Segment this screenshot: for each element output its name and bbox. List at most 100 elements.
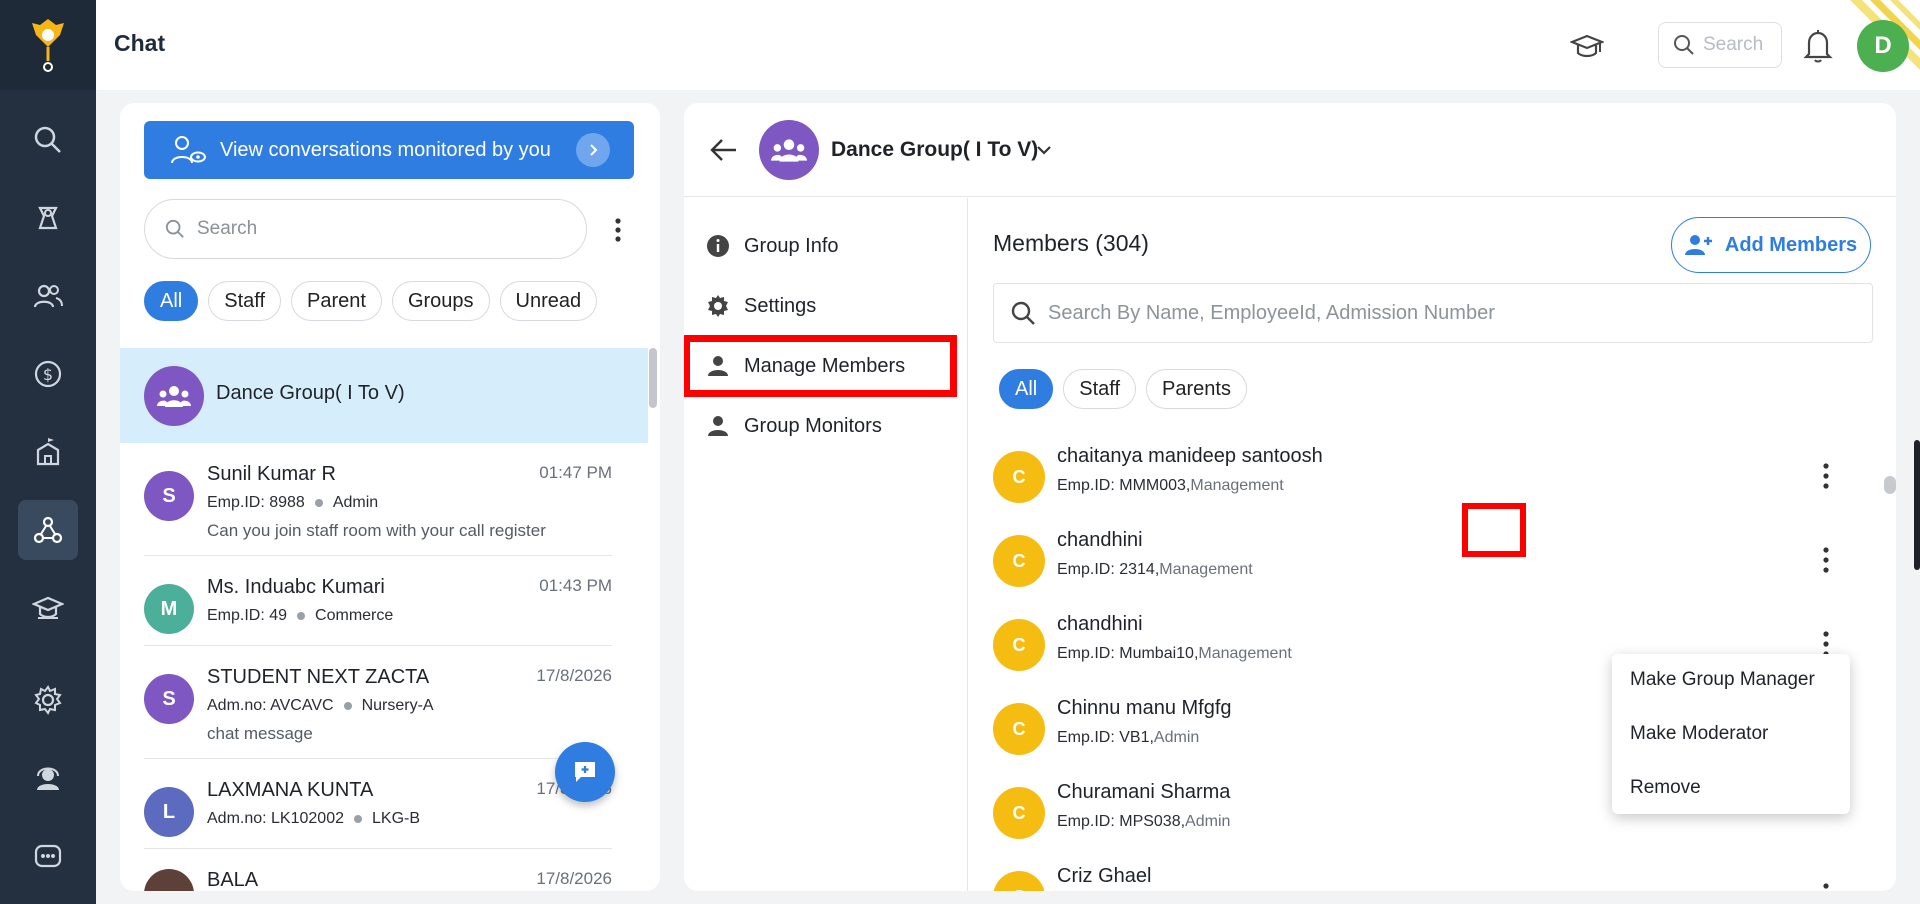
filter-staff[interactable]: Staff <box>1063 369 1137 409</box>
chat-item-tag: Admin <box>332 494 379 511</box>
person-icon <box>708 416 728 436</box>
chat-list-scrollbar[interactable] <box>649 348 657 408</box>
settings-icon[interactable] <box>18 670 78 730</box>
menu-manage-members[interactable]: Manage Members <box>684 335 957 397</box>
member-row[interactable]: C chaitanya manideep santoosh Emp.ID: MM… <box>993 435 1873 519</box>
remove-option[interactable]: Remove <box>1630 777 1701 799</box>
support-icon[interactable] <box>18 748 78 808</box>
chat-item-meta: Emp.ID: 8988 Admin <box>207 494 378 512</box>
finance-icon[interactable]: $ <box>18 344 78 404</box>
more-icon[interactable] <box>18 826 78 886</box>
chat-item-message: chat message <box>207 724 313 743</box>
study-icon[interactable] <box>18 188 78 248</box>
chat-item-dance-group[interactable]: Dance Group( I To V) <box>120 348 648 443</box>
group-side-menu: Group Info Settings Manage Members Group… <box>684 198 968 891</box>
top-search-placeholder: Search <box>1703 34 1764 55</box>
members-search-input[interactable]: Search By Name, EmployeeId, Admission Nu… <box>993 283 1873 343</box>
graduation-cap-icon[interactable] <box>1570 30 1604 64</box>
search-icon <box>1674 35 1694 55</box>
member-emp-id: Emp.ID: MMM003, <box>1057 477 1191 494</box>
filter-all[interactable]: All <box>144 281 199 321</box>
group-people-icon <box>771 139 807 162</box>
left-rail: $ <box>0 0 96 904</box>
member-role: Admin <box>1185 813 1231 830</box>
chat-item-time: 17/8/2026 <box>536 869 612 888</box>
members-scrollbar[interactable] <box>1884 476 1896 494</box>
menu-settings[interactable]: Settings <box>702 282 816 330</box>
user-avatar[interactable]: D <box>1857 20 1909 72</box>
chat-item-meta: Adm.no: AVCAVC Nursery-A <box>207 697 434 715</box>
search-icon[interactable] <box>18 110 78 170</box>
member-id: Emp.ID: MMM003,Management <box>1057 477 1284 495</box>
member-avatar: C <box>993 535 1045 587</box>
chat-item-name: Dance Group( I To V) <box>216 382 405 404</box>
group-people-icon <box>157 386 191 407</box>
separator-dot <box>354 815 362 823</box>
member-row[interactable]: C Criz Ghael <box>993 855 1873 891</box>
member-avatar: C <box>993 619 1045 671</box>
filter-staff[interactable]: Staff <box>208 281 282 321</box>
person-icon <box>708 356 728 376</box>
chat-item-id: Adm.no: LK102002 <box>207 810 344 827</box>
chat-item-meta: Adm.no: LK102002 LKG-B <box>207 810 420 828</box>
chat-item[interactable]: S STUDENT NEXT ZACTA Adm.no: AVCAVC Nurs… <box>144 646 612 759</box>
school-icon[interactable] <box>18 422 78 482</box>
member-options-kebab-icon[interactable] <box>1820 461 1832 491</box>
chat-item-message: Can you join staff room with your call r… <box>207 521 546 540</box>
chevron-down-icon[interactable] <box>1035 141 1053 159</box>
add-members-label: Add Members <box>1724 233 1858 256</box>
chat-item-name: Ms. Induabc Kumari <box>207 576 385 598</box>
new-chat-icon <box>575 762 595 782</box>
chat-item-name: STUDENT NEXT ZACTA <box>207 666 430 688</box>
filter-all[interactable]: All <box>999 369 1054 409</box>
member-filter-chips: All Staff Parents <box>999 369 1247 409</box>
filter-unread[interactable]: Unread <box>499 281 598 321</box>
member-name: Chinnu manu Mfgfg <box>1057 697 1232 719</box>
chat-options-kebab-icon[interactable] <box>608 215 628 245</box>
menu-group-info[interactable]: Group Info <box>702 222 839 270</box>
chat-filter-chips: All Staff Parent Groups Unread <box>144 281 598 321</box>
make-moderator-option[interactable]: Make Moderator <box>1630 723 1768 745</box>
filter-parent[interactable]: Parent <box>291 281 382 321</box>
chat-item[interactable]: S Sunil Kumar R Emp.ID: 8988 Admin Can y… <box>144 443 612 556</box>
top-search-input[interactable]: Search <box>1658 22 1782 68</box>
chat-item-meta: Emp.ID: 49 Commerce <box>207 607 393 625</box>
chat-avatar: L <box>144 787 194 837</box>
menu-label: Group Info <box>744 234 839 257</box>
member-row[interactable]: C chandhini Emp.ID: 2314,Management <box>993 519 1873 603</box>
back-arrow-icon[interactable] <box>710 137 738 163</box>
make-group-manager-option[interactable]: Make Group Manager <box>1630 669 1815 691</box>
chat-item-time: 01:47 PM <box>539 463 612 482</box>
chat-item-tag: LKG-B <box>372 810 421 827</box>
chat-item[interactable]: M Ms. Induabc Kumari Emp.ID: 49 Commerce… <box>144 556 612 646</box>
menu-group-monitors[interactable]: Group Monitors <box>702 402 882 450</box>
svg-text:$: $ <box>43 365 53 384</box>
member-name: chandhini <box>1057 529 1143 551</box>
members-count-title: Members (304) <box>993 230 1149 256</box>
new-chat-button[interactable] <box>555 742 615 802</box>
chat-network-icon[interactable] <box>18 500 78 560</box>
graduation-icon[interactable] <box>18 578 78 638</box>
filter-groups[interactable]: Groups <box>391 281 490 321</box>
group-title[interactable]: Dance Group( I To V) <box>831 138 1038 162</box>
app-logo[interactable] <box>0 0 96 90</box>
people-icon[interactable] <box>18 266 78 326</box>
chat-avatar: M <box>144 584 194 634</box>
member-avatar: C <box>993 787 1045 839</box>
view-monitored-conversations-button[interactable]: View conversations monitored by you <box>144 121 634 179</box>
chat-item-time: 01:43 PM <box>539 576 612 595</box>
member-options-kebab-icon[interactable] <box>1820 881 1832 891</box>
chat-search-input[interactable]: Search <box>144 199 587 259</box>
chat-item-name: BALA <box>207 869 259 891</box>
member-role: Management <box>1190 477 1284 494</box>
filter-parents[interactable]: Parents <box>1146 369 1247 409</box>
chat-item[interactable]: BALA 17/8/2026 <box>144 849 612 891</box>
add-members-button[interactable]: Add Members <box>1671 217 1871 273</box>
chat-avatar-photo <box>144 869 194 891</box>
chat-item-id: Adm.no: AVCAVC <box>207 697 334 714</box>
gear-icon <box>708 295 728 317</box>
chat-list-panel: View conversations monitored by you Sear… <box>120 103 660 891</box>
chat-item[interactable]: L LAXMANA KUNTA Adm.no: LK102002 LKG-B 1… <box>144 759 612 849</box>
member-emp-id: Emp.ID: MPS038, <box>1057 813 1186 830</box>
member-options-kebab-icon[interactable] <box>1820 545 1832 575</box>
